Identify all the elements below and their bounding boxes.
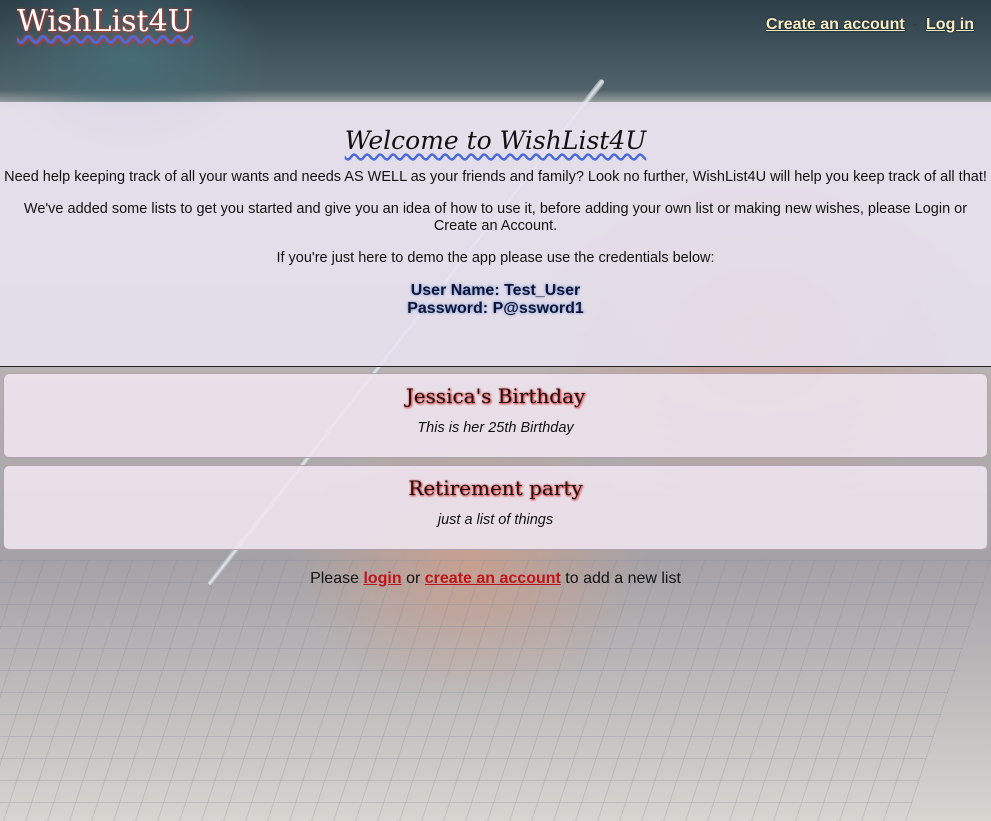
log-in-link[interactable]: Log in xyxy=(926,16,974,34)
demo-username: User Name: Test_User xyxy=(410,282,581,299)
nav-separator: - xyxy=(912,16,919,33)
create-account-link[interactable]: Create an account xyxy=(766,16,905,34)
prompt-middle: or xyxy=(401,570,425,587)
brand-logo[interactable]: WishList4U xyxy=(17,4,193,39)
prompt-suffix: to add a new list xyxy=(560,570,681,587)
list-card[interactable]: Retirement party just a list of things xyxy=(3,465,988,550)
list-description: This is her 25th Birthday xyxy=(417,420,574,436)
instructions-paragraph: We've added some lists to get you starte… xyxy=(23,201,968,234)
intro-paragraph: Need help keeping track of all your want… xyxy=(4,169,987,185)
prompt-prefix: Please xyxy=(310,570,364,587)
welcome-section: Welcome to WishList4U Need help keeping … xyxy=(0,102,991,367)
demo-paragraph: If you're just here to demo the app plea… xyxy=(276,250,715,266)
top-header: WishList4U Create an account - Log in xyxy=(0,0,991,102)
list-description: just a list of things xyxy=(437,512,554,528)
page-title: Welcome to WishList4U xyxy=(344,126,647,155)
demo-password: Password: P@ssword1 xyxy=(407,300,584,317)
top-nav: Create an account - Log in xyxy=(766,16,974,34)
login-link[interactable]: login xyxy=(363,570,401,587)
add-list-prompt: Please login or create an account to add… xyxy=(0,570,991,588)
demo-credentials: User Name: Test_User Password: P@ssword1 xyxy=(0,282,991,318)
list-title[interactable]: Jessica's Birthday xyxy=(4,384,987,408)
create-account-link-footer[interactable]: create an account xyxy=(425,570,561,587)
background-graph-paper xyxy=(0,560,991,821)
list-title[interactable]: Retirement party xyxy=(4,476,987,500)
list-card[interactable]: Jessica's Birthday This is her 25th Birt… xyxy=(3,373,988,458)
